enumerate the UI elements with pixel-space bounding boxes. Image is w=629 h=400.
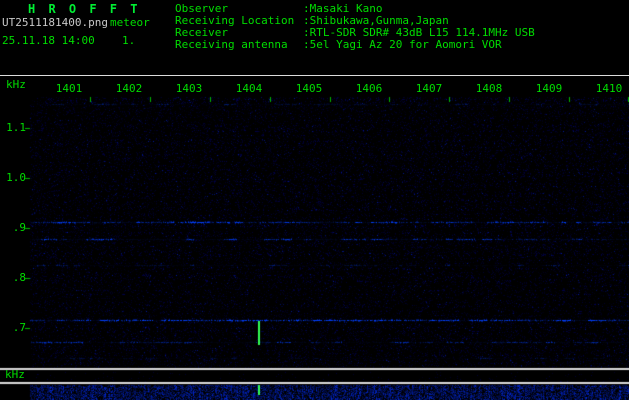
observation-tag: meteor [110, 16, 150, 29]
header-separator-line [0, 75, 629, 76]
filename-line: UT2511181400.png meteor [2, 17, 150, 29]
app-title: H R O F F T [28, 3, 140, 15]
x-tick-1405: 1405 [289, 83, 329, 95]
info-value-antenna: :5el Yagi Az 20 for Aomori VOR [303, 39, 502, 51]
datetime-label: 25.11.18 14:00 [2, 35, 95, 47]
x-tick-1407: 1407 [409, 83, 449, 95]
y-axis-unit-top: kHz [6, 79, 26, 91]
y-tick-1_0: 1.0 [0, 172, 26, 184]
x-tick-1410: 1410 [589, 83, 629, 95]
y-tick-0_9: .9 [0, 222, 26, 234]
x-tick-1402: 1402 [109, 83, 149, 95]
x-tick-1406: 1406 [349, 83, 389, 95]
x-tick-1403: 1403 [169, 83, 209, 95]
x-tick-1404: 1404 [229, 83, 269, 95]
spectrogram-canvas [0, 76, 629, 400]
y-tick-1_1: 1.1 [0, 122, 26, 134]
x-tick-1401: 1401 [49, 83, 89, 95]
y-tick-0_8: .8 [0, 272, 26, 284]
x-tick-1408: 1408 [469, 83, 509, 95]
x-tick-1409: 1409 [529, 83, 569, 95]
echo-count: 1. [122, 35, 135, 47]
y-axis-unit-bottom: kHz [5, 369, 25, 381]
y-tick-0_7: .7 [0, 322, 26, 334]
output-filename: UT2511181400.png [2, 16, 108, 29]
hrofft-window: H R O F F T UT2511181400.png meteor 25.11… [0, 0, 629, 400]
info-label-antenna: Receiving antenna [175, 39, 288, 51]
